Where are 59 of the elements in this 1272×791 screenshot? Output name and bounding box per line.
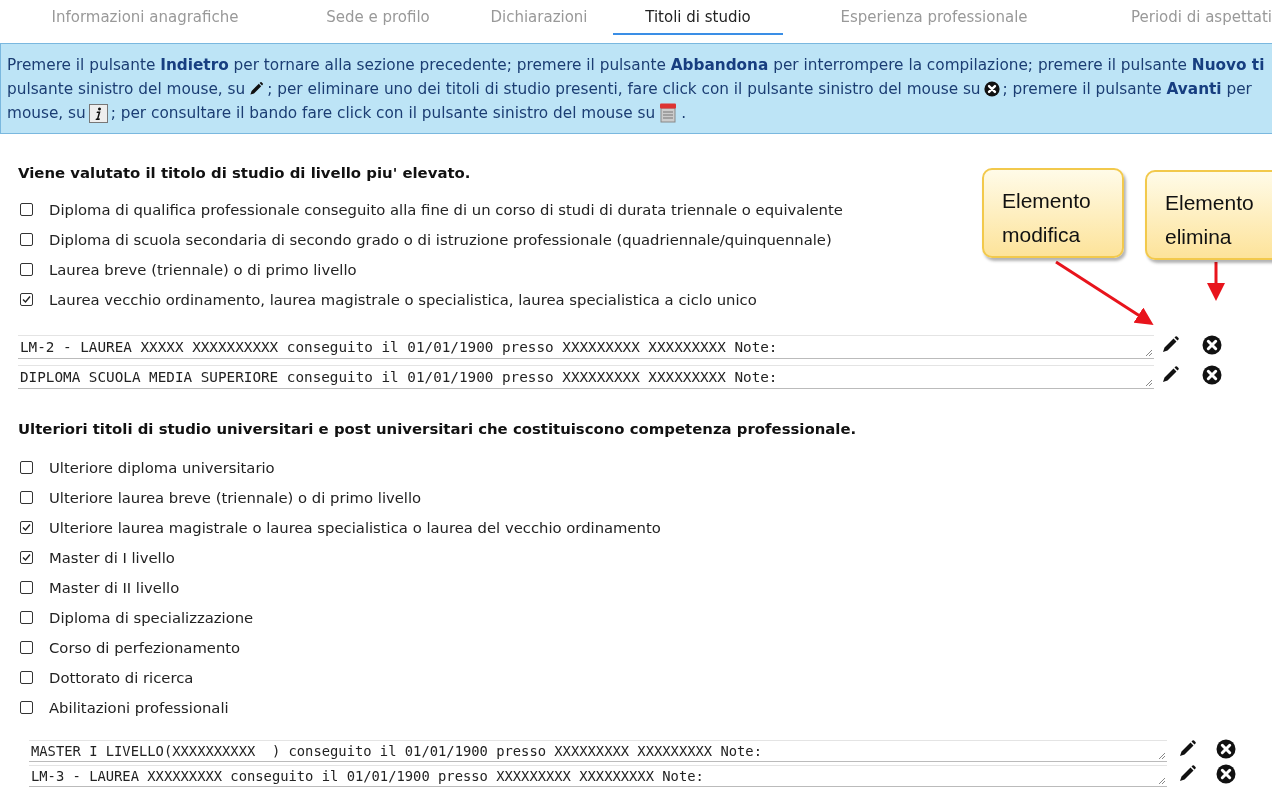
checkbox[interactable] [20, 670, 33, 684]
remove-icon [983, 81, 1000, 97]
checkbox-label: Laurea vecchio ordinamento, laurea magistrale o specialistica, laurea specialistica a ciclo unico [49, 290, 757, 308]
title-entry-field[interactable]: DIPLOMA SCUOLA MEDIA SUPERIORE conseguito il 01/01/1900 presso XXXXXXXXX XXXXXXXXX Note: [18, 365, 1154, 389]
instruction-text: mouse, su [7, 103, 86, 124]
remove-icon[interactable] [1216, 738, 1236, 759]
checkbox-label: Master di I livello [49, 548, 175, 566]
edit-icon[interactable] [1160, 335, 1180, 355]
instruction-text: Premere il pulsante Indietro per tornare alla sezione precedente; premere il pulsante Abbandona per interrompere la compilazione; premere il pulsante Nuovo ti [7, 55, 1265, 76]
checkbox[interactable] [20, 460, 33, 474]
edit-icon[interactable] [1177, 738, 1197, 759]
resize-grip-icon[interactable] [1158, 776, 1166, 785]
checkbox[interactable] [20, 232, 33, 246]
checkbox[interactable] [20, 550, 33, 564]
section-heading: Ulteriori titoli di studio universitari e post universitari che costituiscono competenza professionale. [18, 420, 858, 438]
checkbox-label: Dottorato di ricerca [49, 668, 194, 686]
callout-note: Elemento elimina [1145, 170, 1272, 260]
remove-icon[interactable] [1202, 365, 1222, 385]
section-heading: Viene valutato il titolo di studio di livello piu' elevato. [18, 164, 472, 182]
checkbox-label: Master di II livello [49, 578, 180, 596]
instruction-text: pulsante sinistro del mouse, su [7, 79, 246, 100]
resize-grip-icon[interactable] [1145, 379, 1153, 387]
checkbox[interactable] [20, 520, 33, 534]
instruction-text: ; per eliminare uno dei titoli di studio presenti, fare click con il pulsante sinistro del mouse su [267, 79, 981, 100]
resize-grip-icon[interactable] [1158, 751, 1166, 760]
instruction-text: ; premere il pulsante Avanti per [1002, 79, 1252, 100]
section-tab[interactable]: Titoli di studio [613, 0, 783, 35]
instruction-text: ; per consultare il bando fare click con il pulsante sinistro del mouse su [110, 103, 656, 124]
checkbox-label: Ulteriore laurea magistrale o laurea specialistica o laurea del vecchio ordinamento [49, 518, 661, 536]
checkbox[interactable] [20, 490, 33, 504]
annotation-arrow [1207, 262, 1225, 301]
remove-icon[interactable] [1216, 763, 1236, 784]
info-icon [88, 103, 108, 123]
checkbox[interactable] [20, 580, 33, 594]
title-entry-field[interactable]: LM-3 - LAUREA XXXXXXXXX conseguito il 01/01/1900 presso XXXXXXXXX XXXXXXXXX Note: [29, 764, 1167, 787]
resize-grip-icon[interactable] [1145, 349, 1153, 357]
checkbox-label: Abilitazioni professionali [49, 698, 229, 716]
document-icon [658, 103, 679, 123]
checkbox-label: Diploma di qualifica professionale conseguito alla fine di un corso di studi di durata triennale o equivalente [49, 200, 843, 218]
pencil-icon [248, 81, 265, 97]
title-entry-field[interactable]: MASTER I LIVELLO(XXXXXXXXXX ) conseguito il 01/01/1900 presso XXXXXXXXX XXXXXXXXX Note: [29, 739, 1167, 762]
title-entry-field[interactable]: LM-2 - LAUREA XXXXX XXXXXXXXXX conseguito il 01/01/1900 presso XXXXXXXXX XXXXXXXXX Note: [18, 335, 1154, 359]
checkbox-label: Laurea breve (triennale) o di primo livello [49, 260, 357, 278]
checkbox[interactable] [20, 610, 33, 624]
edit-icon[interactable] [1177, 763, 1197, 784]
checkbox-label: Corso di perfezionamento [49, 638, 241, 656]
checkbox[interactable] [20, 292, 33, 306]
checkbox[interactable] [20, 202, 33, 216]
remove-icon[interactable] [1202, 335, 1222, 355]
checkbox-label: Diploma di specializzazione [49, 608, 254, 626]
checkbox[interactable] [20, 700, 33, 714]
checkbox-label: Ulteriore laurea breve (triennale) o di primo livello [49, 488, 422, 506]
checkbox[interactable] [20, 262, 33, 276]
checkbox-label: Diploma di scuola secondaria di secondo grado o di istruzione professionale (quadriennale/quinquennale) [49, 230, 832, 248]
checkbox[interactable] [20, 640, 33, 654]
edit-icon[interactable] [1160, 365, 1180, 385]
checkbox-label: Ulteriore diploma universitario [49, 458, 275, 476]
instruction-text: . [681, 103, 687, 124]
callout-note: Elemento modifica [982, 168, 1124, 258]
